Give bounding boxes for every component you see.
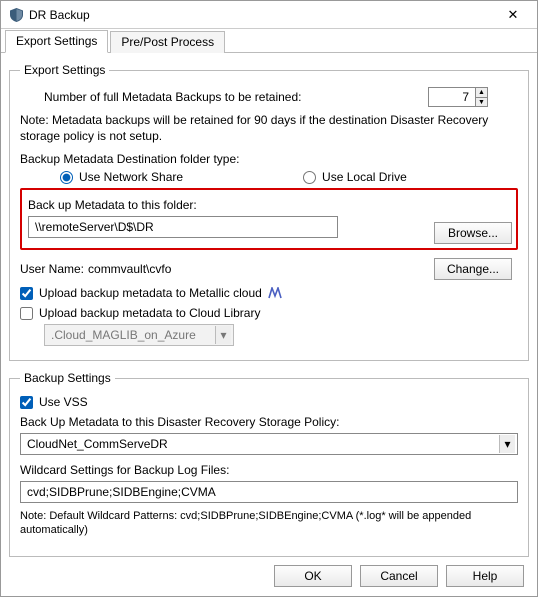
radio-network-share-input[interactable] [60,171,73,184]
change-button[interactable]: Change... [434,258,512,280]
backup-folder-label: Back up Metadata to this folder: [28,198,197,212]
wildcard-input[interactable] [20,481,518,503]
dialog-button-bar: OK Cancel Help [4,559,534,593]
retain-spin-up[interactable]: ▲ [475,88,487,97]
cancel-button[interactable]: Cancel [360,565,438,587]
checkbox-use-vss-label: Use VSS [39,395,88,409]
checkbox-metallic[interactable]: Upload backup metadata to Metallic cloud [20,286,262,300]
checkbox-metallic-label: Upload backup metadata to Metallic cloud [39,286,262,300]
tabbar: Export Settings Pre/Post Process [1,29,537,53]
retain-input[interactable] [429,88,475,106]
checkbox-metallic-input[interactable] [20,287,33,300]
tab-export-settings[interactable]: Export Settings [5,30,108,53]
app-icon [9,8,23,22]
checkbox-use-vss[interactable]: Use VSS [20,395,88,409]
tab-pre-post-process[interactable]: Pre/Post Process [110,31,225,53]
cloud-library-combo: .Cloud_MAGLIB_on_Azure ▾ [44,324,234,346]
backup-settings-legend: Backup Settings [20,371,115,385]
wildcard-note: Note: Default Wildcard Patterns: cvd;SID… [20,509,518,538]
backup-settings-group: Backup Settings Use VSS Back Up Metadata… [9,371,529,557]
export-settings-legend: Export Settings [20,63,109,77]
export-settings-group: Export Settings Number of full Metadata … [9,63,529,361]
dest-type-label: Backup Metadata Destination folder type: [20,152,239,166]
checkbox-cloud-library[interactable]: Upload backup metadata to Cloud Library [20,306,260,320]
close-button[interactable]: ✕ [493,2,533,28]
username-value: commvault\cvfo [88,262,171,276]
metallic-icon [268,287,284,299]
ok-button[interactable]: OK [274,565,352,587]
cloud-library-combo-value: .Cloud_MAGLIB_on_Azure [51,328,196,342]
username-label: User Name: [20,262,84,276]
policy-label: Back Up Metadata to this Disaster Recove… [20,415,339,429]
policy-combo-value: CloudNet_CommServeDR [27,437,168,451]
checkbox-cloud-library-label: Upload backup metadata to Cloud Library [39,306,260,320]
chevron-down-icon: ▾ [215,326,231,344]
wildcard-label: Wildcard Settings for Backup Log Files: [20,463,229,477]
help-button[interactable]: Help [446,565,524,587]
checkbox-use-vss-input[interactable] [20,396,33,409]
radio-local-drive[interactable]: Use Local Drive [303,170,407,184]
window-title: DR Backup [29,8,493,22]
policy-combo[interactable]: CloudNet_CommServeDR ▾ [20,433,518,455]
retain-label: Number of full Metadata Backups to be re… [44,90,301,104]
retain-spinner[interactable]: ▲ ▼ [428,87,488,107]
radio-network-share[interactable]: Use Network Share [60,170,183,184]
backup-folder-input[interactable] [28,216,338,238]
titlebar: DR Backup ✕ [1,1,537,29]
chevron-down-icon[interactable]: ▾ [499,435,515,453]
radio-network-share-label: Use Network Share [79,170,183,184]
radio-local-drive-label: Use Local Drive [322,170,407,184]
checkbox-cloud-library-input[interactable] [20,307,33,320]
radio-local-drive-input[interactable] [303,171,316,184]
retain-spin-down[interactable]: ▼ [475,97,487,106]
browse-button[interactable]: Browse... [434,222,512,244]
retain-note: Note: Metadata backups will be retained … [20,113,518,144]
